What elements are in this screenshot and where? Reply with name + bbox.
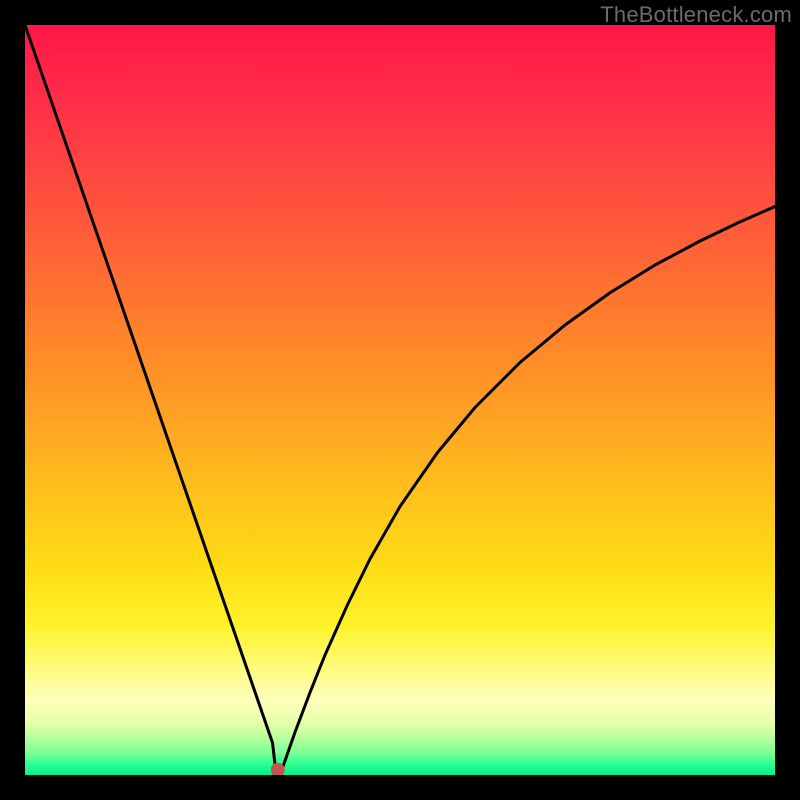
bottleneck-curve — [25, 25, 775, 775]
chart-svg — [25, 25, 775, 775]
watermark-text: TheBottleneck.com — [600, 2, 792, 28]
chart-frame: TheBottleneck.com — [0, 0, 800, 800]
chart-plot-area — [25, 25, 775, 775]
